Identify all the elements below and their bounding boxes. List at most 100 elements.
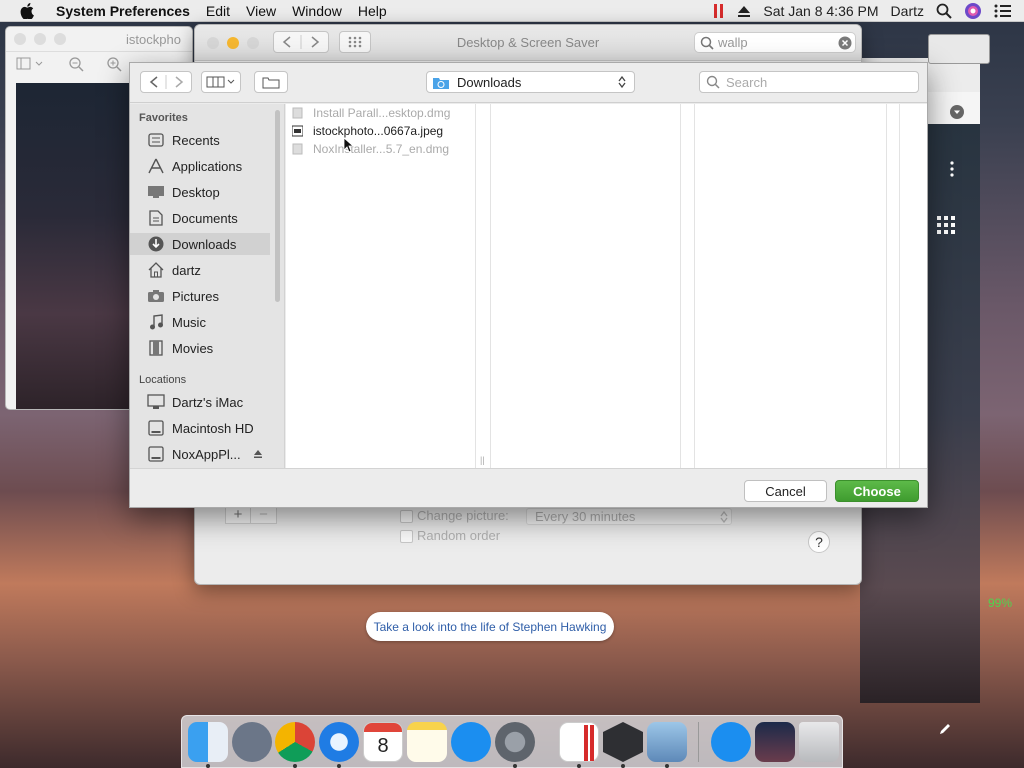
downloads-folder-icon [433, 76, 449, 89]
change-picture-checkbox[interactable] [400, 510, 413, 523]
help-button[interactable]: ? [808, 531, 830, 553]
add-icon[interactable]: + [226, 507, 252, 523]
locations-header: Locations [139, 374, 187, 386]
user-menu[interactable]: Dartz [891, 3, 924, 19]
sidebar-item-downloads[interactable]: Downloads [130, 233, 270, 255]
new-folder-icon[interactable] [254, 71, 288, 93]
app-store-icon[interactable] [451, 722, 491, 762]
zoom-button[interactable] [54, 33, 66, 45]
view-mode-button[interactable] [201, 71, 241, 93]
sidebar-item-home[interactable]: dartz [130, 259, 270, 281]
photo-stack-icon[interactable] [755, 722, 795, 762]
sidebar-scrollbar[interactable] [275, 110, 280, 302]
spotlight-icon[interactable] [936, 3, 952, 19]
chrome-icon[interactable] [275, 722, 315, 762]
file-item[interactable]: istockphoto...0667a.jpeg [292, 122, 443, 140]
sidebar-item-recents[interactable]: Recents [130, 129, 270, 151]
sidebar-item-pictures[interactable]: Pictures [130, 285, 270, 307]
sidebar-item-documents[interactable]: Documents [130, 207, 270, 229]
file-browser-columns: Install Parall...esktop.dmg istockphoto.… [286, 104, 927, 468]
location-popup[interactable]: Downloads [426, 71, 635, 93]
safari-icon[interactable] [319, 722, 359, 762]
file-item[interactable]: NoxInstaller...5.7_en.dmg [292, 140, 449, 158]
choose-button[interactable]: Choose [835, 480, 919, 502]
home-icon [147, 262, 165, 278]
column-divider[interactable] [475, 104, 476, 468]
search-icon [706, 75, 720, 89]
change-picture-label: Change picture: [417, 508, 509, 523]
interval-select[interactable]: Every 30 minutes [526, 508, 732, 525]
menu-bar: System Preferences Edit View Window Help… [0, 0, 1024, 22]
apple-menu-icon[interactable] [0, 2, 48, 19]
random-order-label: Random order [417, 528, 501, 543]
menu-edit[interactable]: Edit [198, 3, 238, 19]
sidebar-item-movies[interactable]: Movies [130, 337, 270, 359]
file-item[interactable]: Install Parall...esktop.dmg [292, 104, 450, 122]
calendar-icon[interactable]: 8 [363, 722, 403, 762]
sidebar-item-label: Downloads [172, 236, 237, 252]
sidebar-item-imac[interactable]: Dartz's iMac [130, 391, 270, 413]
notification-center-icon[interactable] [994, 4, 1012, 18]
back-forward-buttons[interactable] [140, 71, 192, 93]
preview-app-icon[interactable] [647, 722, 687, 762]
disk-icon [147, 446, 165, 462]
parallels-icon[interactable] [559, 722, 599, 762]
menu-window[interactable]: Window [284, 3, 350, 19]
random-order-checkbox[interactable] [400, 530, 413, 543]
clock[interactable]: Sat Jan 8 4:36 PM [763, 3, 878, 19]
edit-pencil-icon[interactable] [938, 722, 952, 736]
sidebar-toggle-icon[interactable] [16, 57, 46, 71]
finder-icon[interactable] [188, 722, 228, 762]
minimize-button[interactable] [34, 33, 46, 45]
file-name: Install Parall...esktop.dmg [313, 106, 451, 120]
app-menu[interactable]: System Preferences [48, 3, 198, 19]
nox-icon[interactable] [603, 722, 643, 762]
menu-view[interactable]: View [238, 3, 284, 19]
dmg-file-icon [292, 143, 303, 155]
sidebar-item-desktop[interactable]: Desktop [130, 181, 270, 203]
close-button[interactable] [14, 33, 26, 45]
battery-text: 99% [988, 596, 1013, 610]
desktop-icon [147, 184, 165, 200]
wallpaper-info-tooltip[interactable]: Take a look into the life of Stephen Haw… [366, 612, 614, 641]
sidebar-item-label: Recents [172, 132, 220, 148]
system-preferences-icon[interactable] [495, 722, 535, 762]
disk-icon [147, 420, 165, 436]
file-name: istockphoto...0667a.jpeg [313, 124, 444, 138]
sidebar-item-noxappplayer[interactable]: NoxAppPl... [130, 443, 270, 465]
notes-icon[interactable] [407, 722, 447, 762]
sidebar-item-applications[interactable]: Applications [130, 155, 270, 177]
sidebar-item-label: Dartz's iMac [172, 394, 244, 410]
documents-icon [147, 210, 165, 226]
cancel-button[interactable]: Cancel [744, 480, 827, 502]
dialog-toolbar: Downloads Search [130, 63, 927, 103]
column-resize-handle[interactable]: || [480, 455, 485, 465]
recents-icon [147, 132, 165, 148]
sidebar-item-label: Applications [172, 158, 243, 174]
column-divider [899, 104, 900, 468]
dropdown-icon[interactable] [949, 104, 965, 120]
parallels-status-icon[interactable] [713, 3, 725, 19]
menu-help[interactable]: Help [350, 3, 395, 19]
sidebar-item-label: Macintosh HD [172, 420, 254, 436]
choose-dialog[interactable]: Downloads Search Favorites Recents Appli… [129, 62, 928, 508]
eject-icon[interactable] [253, 449, 263, 459]
add-remove-control: + − [225, 507, 277, 524]
eject-icon[interactable] [737, 4, 751, 18]
prefs-search-field[interactable]: wallp [694, 32, 856, 53]
sidebar-item-macintosh-hd[interactable]: Macintosh HD [130, 417, 270, 439]
zoom-in-icon[interactable] [106, 56, 122, 72]
trash-icon[interactable] [799, 722, 839, 762]
launchpad-icon[interactable] [232, 722, 272, 762]
more-icon[interactable] [949, 160, 955, 178]
mouse-cursor-icon [343, 137, 354, 153]
prefs-titlebar: Desktop & Screen Saver wallp [195, 25, 861, 61]
remove-icon[interactable]: − [251, 507, 276, 523]
dialog-search-field[interactable]: Search [699, 71, 919, 93]
siri-icon[interactable] [964, 2, 982, 20]
sidebar-item-music[interactable]: Music [130, 311, 270, 333]
downloads-stack-icon[interactable] [711, 722, 751, 762]
zoom-out-icon[interactable] [68, 56, 84, 72]
clear-search-icon[interactable] [838, 36, 852, 50]
apps-grid-icon[interactable] [937, 216, 955, 234]
